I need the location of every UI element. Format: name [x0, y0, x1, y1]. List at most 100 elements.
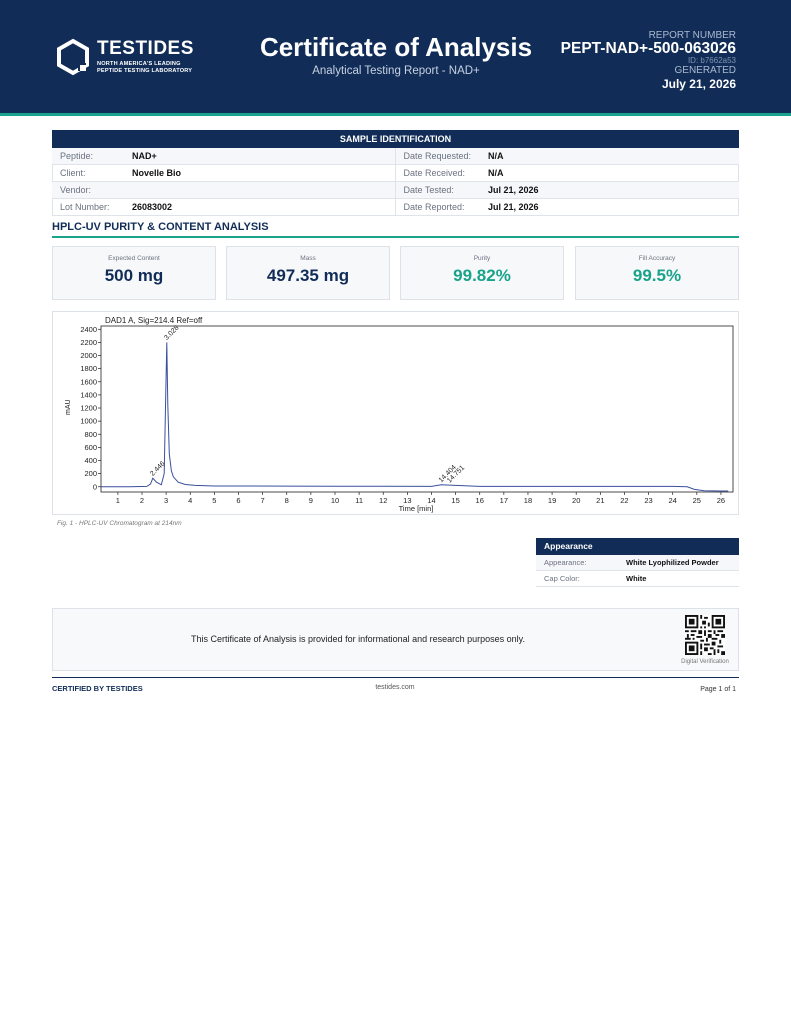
- disclaimer-box: This Certificate of Analysis is provided…: [52, 608, 739, 671]
- x-tick-label: 6: [236, 496, 240, 505]
- x-tick-label: 19: [548, 496, 556, 505]
- vendor-value: [132, 181, 395, 199]
- metric-value: 99.5%: [632, 266, 682, 285]
- expected-content-card: Expected Content 500 mg: [52, 246, 216, 300]
- fill-accuracy-card: Fill Accuracy 99.5%: [575, 246, 739, 300]
- appearance-table: Appearance: White Lyophilized Powder Cap…: [536, 555, 739, 587]
- table-row: Lot Number: 26083002 Date Reported: Jul …: [52, 198, 739, 216]
- x-tick-label: 18: [524, 496, 532, 505]
- date-tested-value: Jul 21, 2026: [488, 181, 739, 199]
- sample-identification-heading: SAMPLE IDENTIFICATION: [52, 130, 739, 148]
- x-tick-label: 11: [355, 496, 363, 505]
- table-row: Peptide: NAD+ Date Requested: N/A: [52, 148, 739, 165]
- table-row: Appearance: White Lyophilized Powder: [536, 555, 739, 571]
- date-tested-label: Date Tested:: [394, 181, 488, 199]
- appearance-value: White Lyophilized Powder: [618, 555, 739, 571]
- client-value: Novelle Bio: [132, 164, 395, 182]
- brand-tagline-1: NORTH AMERICA'S LEADING: [97, 61, 181, 67]
- y-tick-label: 800: [84, 430, 97, 439]
- y-tick-label: 2000: [80, 351, 97, 360]
- y-tick-label: 1800: [80, 364, 97, 373]
- metric-value: 99.82%: [453, 266, 511, 285]
- metric-label: Purity: [473, 255, 491, 262]
- x-tick-label: 2: [140, 496, 144, 505]
- lot-number-label: Lot Number:: [52, 198, 132, 216]
- y-tick-label: 1000: [80, 417, 97, 426]
- chart-axes: 0 200 400 600 800 1000 1200 1400 1600 1800 2000 2 20…: [80, 325, 734, 505]
- qr-code-icon[interactable]: [685, 615, 725, 655]
- x-tick-label: 20: [572, 496, 580, 505]
- y-tick-label: 400: [84, 456, 97, 465]
- generated-date: July 21, 2026: [661, 77, 736, 91]
- x-tick-label: 10: [331, 496, 339, 505]
- table-row: Cap Color: White: [536, 570, 739, 587]
- y-tick-label: 0: [93, 482, 97, 491]
- y-tick-label: 2400: [80, 325, 97, 334]
- figure-caption: Fig. 1 - HPLC-UV Chromatogram at 214nm: [57, 520, 182, 527]
- sample-identification-table: Peptide: NAD+ Date Requested: N/A Client…: [52, 148, 739, 216]
- x-tick-label: 4: [188, 496, 192, 505]
- y-tick-label: 1400: [80, 390, 97, 399]
- footer-certified: CERTIFIED BY TESTIDES: [52, 684, 143, 693]
- x-tick-label: 22: [620, 496, 628, 505]
- brand-tagline-2: PEPTIDE TESTING LABORATORY: [97, 68, 193, 74]
- x-tick-label: 23: [644, 496, 652, 505]
- plot-area-frame: [100, 325, 734, 493]
- y-tick-label: 1200: [80, 404, 97, 413]
- lot-number-value: 26083002: [132, 198, 395, 216]
- metric-value: 500 mg: [104, 266, 164, 285]
- x-tick-label: 24: [669, 496, 677, 505]
- appearance-label: Appearance:: [536, 555, 618, 571]
- report-id: ID: b7662a53: [687, 56, 736, 65]
- date-reported-label: Date Reported:: [394, 198, 488, 216]
- x-tick-label: 16: [476, 496, 484, 505]
- appearance-heading: Appearance: [536, 538, 739, 555]
- chromatogram-frame: DAD1 A, Sig=214.4 Ref=off mAU Time [min]…: [52, 311, 739, 515]
- y-tick-label: 1600: [80, 377, 97, 386]
- cap-color-value: White: [618, 570, 739, 587]
- peak-labels: 2.4463.02814.40414.751: [149, 324, 466, 484]
- x-tick-label: 1: [116, 496, 120, 505]
- date-requested-label: Date Requested:: [394, 148, 488, 165]
- table-row: Vendor: Date Tested: Jul 21, 2026: [52, 181, 739, 199]
- purity-card: Purity 99.82%: [400, 246, 564, 300]
- mass-card: Mass 497.35 mg: [226, 246, 390, 300]
- y-tick-label: 200: [84, 469, 97, 478]
- y-tick-label: 600: [84, 443, 97, 452]
- footer-website-link[interactable]: testides.com: [345, 684, 445, 691]
- chromatogram-trace: [101, 342, 729, 492]
- hexagon-logo-icon: [57, 38, 89, 76]
- peptide-label: Peptide:: [52, 148, 132, 165]
- date-received-value: N/A: [488, 164, 739, 182]
- x-tick-label: 7: [261, 496, 265, 505]
- x-tick-label: 21: [596, 496, 604, 505]
- cap-color-label: Cap Color:: [536, 570, 618, 587]
- metric-label: Fill Accuracy: [638, 255, 676, 262]
- date-requested-value: N/A: [488, 148, 739, 165]
- x-tick-label: 14: [427, 496, 435, 505]
- chart-title: DAD1 A, Sig=214.4 Ref=off: [105, 316, 203, 325]
- x-tick-label: 5: [212, 496, 216, 505]
- peptide-value: NAD+: [132, 148, 395, 165]
- section-divider: [52, 236, 739, 238]
- x-tick-label: 25: [693, 496, 701, 505]
- disclaimer-text: This Certificate of Analysis is provided…: [191, 634, 525, 644]
- generated-label: GENERATED: [674, 65, 737, 76]
- chromatogram-chart: DAD1 A, Sig=214.4 Ref=off mAU Time [min]…: [65, 316, 734, 513]
- footer-divider: [52, 677, 739, 678]
- metric-label: Expected Content: [108, 255, 160, 262]
- footer-page-number: Page 1 of 1: [700, 686, 736, 693]
- metric-value: 497.35 mg: [266, 266, 350, 285]
- client-label: Client:: [52, 164, 132, 182]
- date-reported-value: Jul 21, 2026: [488, 198, 739, 216]
- x-tick-label: 12: [379, 496, 387, 505]
- chart-series: [101, 342, 729, 492]
- date-received-label: Date Received:: [394, 164, 488, 182]
- x-tick-label: 13: [403, 496, 411, 505]
- digital-verification-label: Digital Verification: [681, 659, 729, 665]
- vendor-label: Vendor:: [52, 181, 132, 199]
- metric-label: Mass: [300, 255, 316, 262]
- hplc-section-title: HPLC-UV PURITY & CONTENT ANALYSIS: [52, 221, 269, 233]
- page-subtitle: Analytical Testing Report - NAD+: [312, 65, 480, 77]
- x-tick-label: 9: [309, 496, 313, 505]
